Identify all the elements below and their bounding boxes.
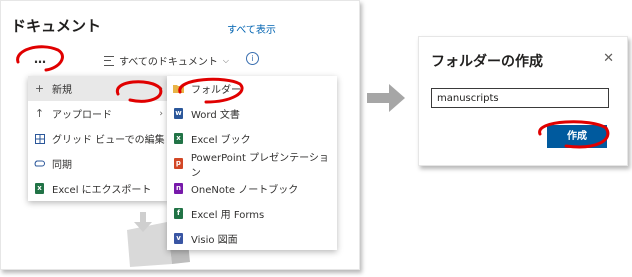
forms-icon: f xyxy=(173,208,184,219)
documents-panel: ドキュメント すべて表示 … すべてのドキュメント ⌵ i + 新規 › ↑ ア… xyxy=(0,0,360,270)
submenu-item-label: Excel ブック xyxy=(191,135,251,146)
submenu-item-excel[interactable]: x Excel ブック xyxy=(167,126,337,151)
menu-item-label: アップロード xyxy=(52,110,112,121)
chevron-down-icon: ⌵ xyxy=(222,55,229,65)
menu-item-upload[interactable]: ↑ アップロード › xyxy=(28,101,168,126)
visio-icon: v xyxy=(173,233,184,244)
menu-item-new[interactable]: + 新規 › xyxy=(28,76,168,101)
menu-item-label: 新規 xyxy=(52,85,72,96)
powerpoint-icon: p xyxy=(173,158,183,169)
submenu-item-onenote[interactable]: n OneNote ノートブック xyxy=(167,176,337,201)
new-submenu: フォルダー w Word 文書 x Excel ブック p PowerPoint… xyxy=(167,76,337,250)
submenu-item-folder[interactable]: フォルダー xyxy=(167,76,337,101)
sync-icon xyxy=(34,158,45,169)
folder-name-input[interactable] xyxy=(431,88,609,108)
submenu-item-powerpoint[interactable]: p PowerPoint プレゼンテーション xyxy=(167,151,337,179)
submenu-item-label: Visio 図面 xyxy=(191,235,238,246)
menu-item-sync[interactable]: 同期 xyxy=(28,151,168,176)
page-title: ドキュメント xyxy=(11,17,102,35)
info-icon[interactable]: i xyxy=(246,52,259,65)
excel-icon: x xyxy=(173,133,184,144)
menu-item-export-excel[interactable]: x Excel にエクスポート xyxy=(28,176,168,201)
submenu-item-label: OneNote ノートブック xyxy=(191,185,299,196)
chevron-right-icon: › xyxy=(159,83,163,94)
menu-item-label: Excel にエクスポート xyxy=(52,185,152,196)
dialog-title: フォルダーの作成 xyxy=(431,54,543,70)
excel-icon: x xyxy=(34,183,45,194)
create-folder-dialog: フォルダーの作成 ✕ 作成 xyxy=(418,36,628,166)
menu-item-grid-edit[interactable]: グリッド ビューでの編集 xyxy=(28,126,168,151)
submenu-item-forms[interactable]: f Excel 用 Forms xyxy=(167,201,337,226)
submenu-item-visio[interactable]: v Visio 図面 xyxy=(167,226,337,251)
upload-icon: ↑ xyxy=(34,107,45,120)
view-switcher[interactable]: すべてのドキュメント ⌵ xyxy=(104,53,229,68)
view-switcher-label: すべてのドキュメント xyxy=(119,57,218,68)
arrow-right-icon xyxy=(367,84,405,112)
view-lines-icon xyxy=(104,55,114,66)
show-all-link[interactable]: すべて表示 xyxy=(227,21,276,36)
onenote-icon: n xyxy=(173,183,184,194)
submenu-item-label: フォルダー xyxy=(191,85,241,96)
more-options-button[interactable]: … xyxy=(28,51,52,71)
submenu-item-word[interactable]: w Word 文書 xyxy=(167,101,337,126)
menu-item-label: グリッド ビューでの編集 xyxy=(52,135,165,146)
grid-icon xyxy=(34,133,45,144)
close-icon[interactable]: ✕ xyxy=(603,51,614,66)
plus-icon: + xyxy=(34,82,45,95)
submenu-item-label: Excel 用 Forms xyxy=(191,210,265,221)
submenu-item-label: Word 文書 xyxy=(191,110,240,121)
menu-item-label: 同期 xyxy=(52,160,72,171)
word-icon: w xyxy=(174,108,183,119)
create-button[interactable]: 作成 xyxy=(547,125,607,148)
folder-icon xyxy=(173,83,184,94)
new-menu: + 新規 › ↑ アップロード › グリッド ビューでの編集 同期 x Exce… xyxy=(28,76,168,201)
submenu-item-label: PowerPoint プレゼンテーション xyxy=(190,152,329,179)
chevron-right-icon: › xyxy=(159,108,163,119)
